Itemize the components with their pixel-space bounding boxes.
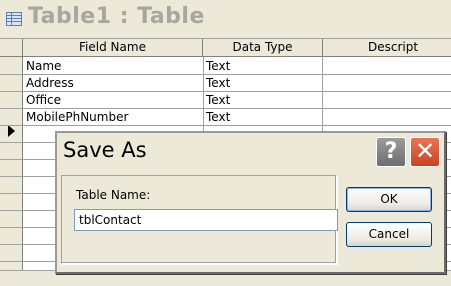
header-field-name[interactable]: Field Name [23,39,203,56]
close-button[interactable]: ✕ [410,137,440,167]
table-name-group: Table Name: [61,175,338,264]
field-name-cell[interactable]: Address [26,75,201,91]
cancel-button[interactable]: Cancel [346,222,432,247]
field-name-cell[interactable]: Name [26,58,201,74]
help-icon: ? [384,139,398,164]
table-name-label: Table Name: [76,188,151,202]
save-as-dialog: Save As ? ✕ Table Name: OK Cancel [55,131,446,274]
ok-button[interactable]: OK [346,187,432,212]
header-description[interactable]: Descript [323,39,451,56]
dialog-title: Save As [63,138,147,162]
close-icon: ✕ [414,137,436,165]
help-button[interactable]: ? [376,137,406,167]
dialog-body: Table Name: OK Cancel [58,171,443,271]
row-divider [0,125,451,126]
data-type-cell[interactable]: Text [206,109,320,125]
table-name-input[interactable] [74,209,338,231]
data-type-cell[interactable]: Text [206,75,320,91]
field-name-cell[interactable]: MobilePhNumber [26,109,201,125]
header-data-type[interactable]: Data Type [203,39,323,56]
data-type-cell[interactable]: Text [206,58,320,74]
grid-header: Field Name Data Type Descript [0,39,451,57]
data-type-cell[interactable]: Text [206,92,320,108]
table-design-icon [6,12,22,26]
row-selector-column[interactable] [0,57,23,271]
field-name-cell[interactable]: Office [26,92,201,108]
window-title: Table1 : Table [28,4,205,29]
table-window-titlebar: Table1 : Table [0,0,451,38]
header-corner [0,39,23,56]
